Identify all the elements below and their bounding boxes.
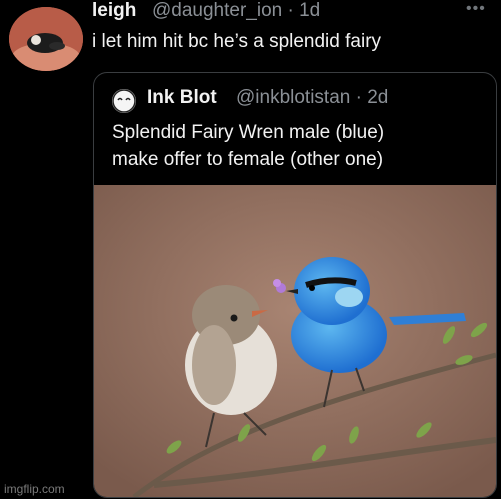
- ink-blot-face-icon: [112, 89, 136, 113]
- avatar[interactable]: [9, 7, 83, 71]
- author-handle-time[interactable]: @daughter_ion · 1d: [152, 0, 320, 22]
- tweet-text: i let him hit bc he’s a splendid fairy: [92, 31, 382, 52]
- quoted-author-handle-time[interactable]: @inkblotistan · 2d: [236, 87, 388, 109]
- quoted-text-line: make offer to female (other one): [112, 149, 384, 170]
- quoted-tweet-card[interactable]: Ink Blot @inkblotistan · 2d Splendid Fai…: [93, 72, 497, 498]
- avatar-photo: [9, 7, 83, 71]
- author-name[interactable]: leigh: [92, 0, 136, 22]
- quoted-tweet-text: Splendid Fairy Wren male (blue) make off…: [112, 119, 384, 173]
- quoted-avatar[interactable]: [112, 89, 136, 113]
- watermark: imgflip.com: [4, 482, 65, 496]
- quoted-author-name[interactable]: Ink Blot: [147, 87, 217, 109]
- fairy-wren-photo: [94, 185, 496, 497]
- more-options-icon[interactable]: •••: [466, 0, 486, 18]
- quoted-text-line: Splendid Fairy Wren male (blue): [112, 122, 385, 143]
